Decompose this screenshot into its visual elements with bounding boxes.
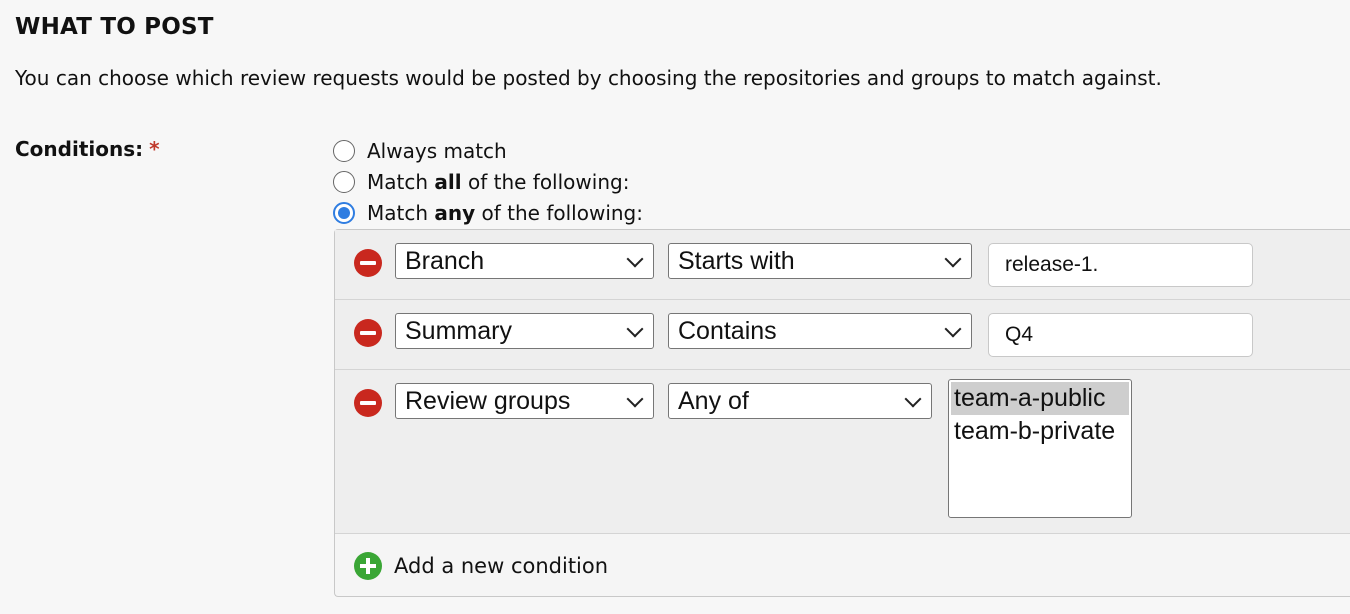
condition-field-select[interactable]: Branch [395,243,654,279]
condition-field-select[interactable]: Summary [395,313,654,349]
add-condition-button[interactable]: Add a new condition [354,552,608,580]
review-group-option[interactable]: team-a-public [951,382,1129,415]
radio-match-all[interactable]: Match all of the following: [333,169,629,195]
radio-label: Match any of the following: [367,201,643,225]
chevron-down-icon [944,250,962,268]
radio-label: Always match [367,139,507,163]
remove-condition-icon[interactable] [354,319,382,347]
condition-row: Review groups Any of team-a-public team-… [335,370,1350,534]
radio-always-match[interactable]: Always match [333,138,507,164]
chevron-down-icon [626,250,644,268]
condition-operator-select[interactable]: Any of [668,383,932,419]
condition-operator-select[interactable]: Starts with [668,243,972,279]
radio-match-any[interactable]: Match any of the following: [333,200,643,226]
conditions-label-text: Conditions: [15,137,144,161]
radio-button[interactable] [333,171,355,193]
review-groups-multiselect[interactable]: team-a-public team-b-private [948,379,1132,518]
chevron-down-icon [944,320,962,338]
required-marker: * [149,137,160,161]
add-condition-label: Add a new condition [394,554,609,578]
condition-row: Summary Contains Q4 [335,300,1350,370]
remove-condition-icon[interactable] [354,389,382,417]
remove-condition-icon[interactable] [354,249,382,277]
radio-label: Match all of the following: [367,170,630,194]
chevron-down-icon [626,390,644,408]
condition-value-input[interactable]: Q4 [988,313,1253,357]
condition-operator-select[interactable]: Contains [668,313,972,349]
section-description: You can choose which review requests wou… [15,66,1162,90]
radio-button[interactable] [333,140,355,162]
conditions-label: Conditions: * [15,137,160,161]
section-title: WHAT TO POST [15,14,214,40]
condition-field-select[interactable]: Review groups [395,383,654,419]
chevron-down-icon [626,320,644,338]
condition-value-input[interactable]: release-1. [988,243,1253,287]
condition-row: Branch Starts with release-1. [335,230,1350,300]
review-group-option[interactable]: team-b-private [951,415,1129,448]
conditions-list: Branch Starts with release-1. Summary Co… [334,229,1350,597]
chevron-down-icon [904,390,922,408]
what-to-post-page: WHAT TO POST You can choose which review… [0,0,1350,614]
radio-button-checked[interactable] [333,202,355,224]
plus-circle-icon[interactable] [354,552,382,580]
